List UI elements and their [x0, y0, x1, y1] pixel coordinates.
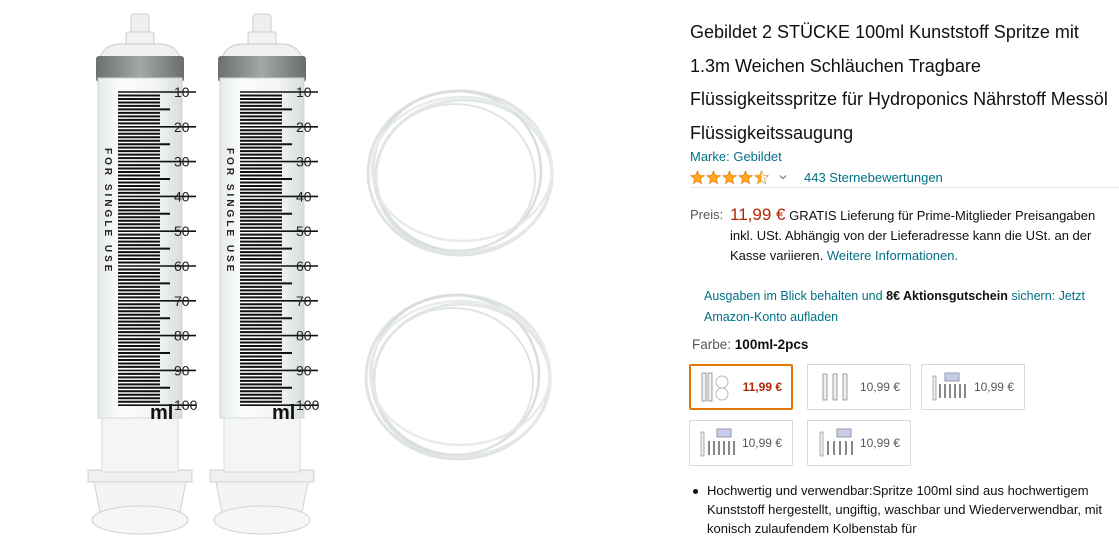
color-swatch-4[interactable]: 10,99 € [689, 420, 793, 466]
tube-coil-2 [364, 293, 552, 461]
feature-bullet: Hochwertig und verwendbar:Spritze 100ml … [707, 483, 1103, 536]
more-info-link[interactable]: Weitere Informationen. [827, 248, 958, 263]
scale-number: 60 [174, 258, 190, 274]
color-swatch-1[interactable]: 11,99 € [689, 364, 793, 410]
swatch-thumbnail [819, 428, 853, 457]
scale-number: 20 [296, 119, 312, 135]
scale-number: 10 [174, 84, 190, 100]
star-icon [738, 169, 753, 184]
color-label-text: Farbe: [692, 337, 732, 352]
chevron-down-icon[interactable] [778, 172, 788, 182]
scale-number: 90 [174, 362, 190, 378]
price-value: 11,99 € [730, 205, 786, 224]
swatch-thumbnail [701, 372, 729, 402]
coupon-bold: 8€ Aktionsgutschein [886, 289, 1008, 303]
syringe-2-side-text: FOR SINGLE USE [224, 148, 235, 274]
color-swatch-3[interactable]: 10,99 € [921, 364, 1025, 410]
swatch-thumbnail [822, 373, 848, 401]
swatch-price: 11,99 € [742, 380, 782, 394]
scale-number: 30 [296, 154, 312, 170]
half-star-icon [754, 169, 769, 184]
color-selected-value: 100ml-2pcs [734, 337, 809, 352]
coupon-banner[interactable]: Ausgaben im Blick behalten und 8€ Aktion… [704, 286, 1114, 328]
swatch-price: 10,99 € [859, 436, 900, 450]
color-label: Farbe: 100ml-2pcs [692, 337, 808, 352]
swatch-price: 10,99 € [859, 380, 900, 394]
star-icon [690, 169, 705, 184]
scale-unit: ml [272, 402, 295, 424]
scale-number: 70 [296, 293, 312, 309]
rating-row[interactable]: 443 Sternebewertungen [690, 167, 943, 187]
scale-number: 40 [296, 188, 312, 204]
divider [690, 187, 1119, 188]
swatch-thumbnail [932, 372, 966, 401]
scale-number: 50 [296, 223, 312, 239]
bullet-dot [693, 489, 698, 494]
product-image[interactable]: 102030405060708090100ml 1020304050607080… [0, 0, 680, 540]
scale-number: 80 [174, 328, 190, 344]
rating-count-link[interactable]: 443 Sternebewertungen [804, 170, 943, 185]
scale-number: 20 [174, 119, 190, 135]
scale-number: 30 [174, 154, 190, 170]
brand-link[interactable]: Marke: Gebildet [690, 149, 782, 164]
scale-number: 100 [174, 397, 198, 413]
scale-number: 40 [174, 188, 190, 204]
tube-coil-1 [366, 89, 554, 257]
scale-number: 50 [174, 223, 190, 239]
product-title: Gebildet 2 STÜCKE 100ml Kunststoff Sprit… [690, 22, 1108, 143]
scale-unit: ml [150, 402, 173, 424]
syringe-1-side-text: FOR SINGLE USE [102, 148, 113, 274]
swatch-thumbnail [700, 428, 735, 457]
scale-number: 70 [174, 293, 190, 309]
scale-number: 90 [296, 362, 312, 378]
scale-number: 60 [296, 258, 312, 274]
delivery-text: GRATIS Lieferung für Prime-Mitglieder [789, 208, 1012, 223]
color-swatch-5[interactable]: 10,99 € [807, 420, 911, 466]
swatch-price: 10,99 € [973, 380, 1014, 394]
rating-stars[interactable] [690, 169, 769, 185]
scale-number: 100 [296, 397, 320, 413]
star-icon [722, 169, 737, 184]
swatch-price: 10,99 € [741, 436, 782, 450]
color-swatch-2[interactable]: 10,99 € [807, 364, 911, 410]
star-icon [706, 169, 721, 184]
price-label: Preis: [690, 207, 724, 222]
scale-number: 80 [296, 328, 312, 344]
scale-number: 10 [296, 84, 312, 100]
coupon-prefix: Ausgaben im Blick behalten und [704, 289, 883, 303]
